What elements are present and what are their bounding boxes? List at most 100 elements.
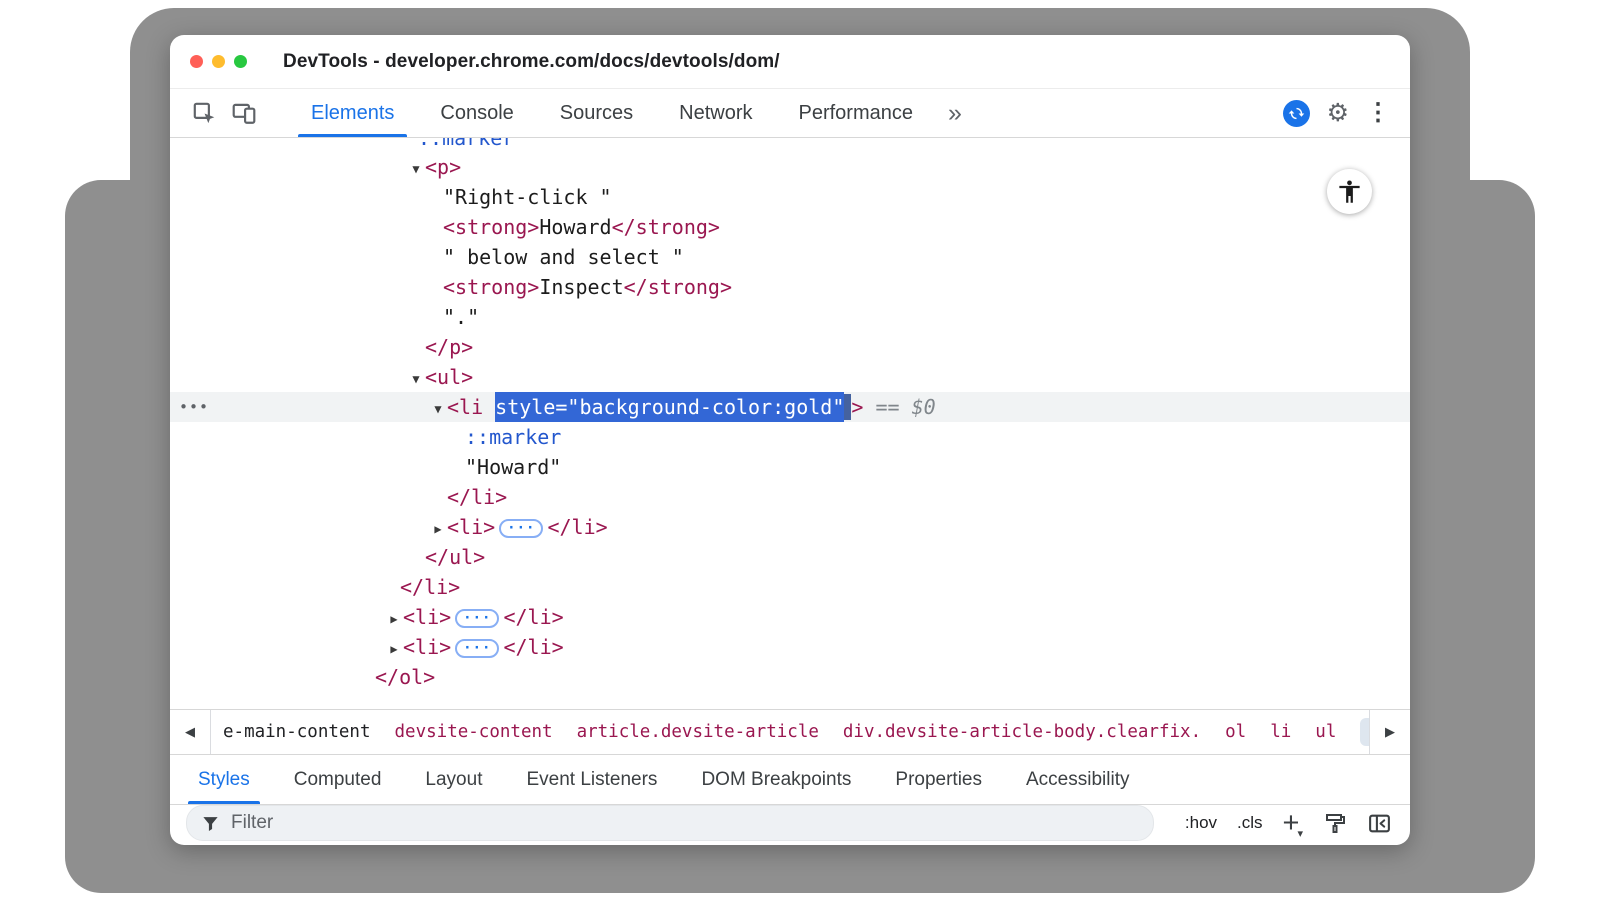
dom-tree-row[interactable]: " below and select "	[170, 242, 1410, 272]
filter-input[interactable]	[229, 811, 1143, 835]
console-reference: $0	[912, 395, 936, 419]
breadcrumb-bar: ◀ e-main-content devsite-content article.d…	[170, 709, 1410, 755]
dom-pseudo-element: ::marker	[465, 425, 561, 449]
dom-tag: <li>	[403, 635, 451, 659]
selected-attribute: style="background-color:gold"	[495, 392, 844, 422]
dom-tag: </p>	[425, 335, 473, 359]
tab-console[interactable]: Console	[417, 89, 536, 137]
inspect-element-button[interactable]	[184, 89, 224, 137]
dom-tag: <strong>	[443, 215, 539, 239]
window-title: DevTools - developer.chrome.com/docs/dev…	[283, 51, 780, 73]
minimize-button[interactable]	[212, 55, 225, 68]
dom-tag: <li	[447, 395, 495, 419]
dom-tree-row[interactable]: </ol>	[170, 662, 1410, 692]
dom-tag: </li>	[503, 635, 563, 659]
breadcrumb-scroll-left-button[interactable]: ◀	[170, 710, 211, 754]
tab-computed[interactable]: Computed	[272, 755, 404, 804]
dom-tree-row[interactable]: <strong>Howard</strong>	[170, 212, 1410, 242]
dom-text-node: "."	[443, 305, 479, 329]
breadcrumb-item[interactable]: div.devsite-article-body.clearfix.	[843, 722, 1201, 742]
dom-tree-row[interactable]: ▶<li>···</li>	[170, 632, 1410, 662]
tab-network[interactable]: Network	[656, 89, 775, 137]
devtools-toolbar: ElementsConsoleSourcesNetworkPerformance…	[170, 89, 1410, 138]
dom-tree: ::marker▼<p>"Right-click "<strong>Howard…	[170, 138, 1410, 709]
paint-roller-icon	[1323, 811, 1347, 835]
dom-tree-row[interactable]: ▶<li>···</li>	[170, 602, 1410, 632]
tab-accessibility[interactable]: Accessibility	[1004, 755, 1151, 804]
dom-tag: </ul>	[425, 545, 485, 569]
tab-layout[interactable]: Layout	[403, 755, 504, 804]
filter-box[interactable]	[186, 805, 1154, 841]
devtools-window: DevTools - developer.chrome.com/docs/dev…	[170, 35, 1410, 845]
breadcrumb-item[interactable]: devsite-content	[395, 722, 553, 742]
dom-tree-row[interactable]: </ul>	[170, 542, 1410, 572]
disclosure-closed-icon[interactable]: ▶	[385, 604, 403, 634]
settings-gear-icon[interactable]: ⚙	[1327, 101, 1349, 126]
disclosure-open-icon[interactable]: ▼	[429, 394, 447, 424]
more-tabs-button[interactable]: »	[936, 89, 974, 137]
breadcrumb-item[interactable]: li	[1270, 722, 1291, 742]
collapsed-content-button[interactable]: ···	[499, 519, 543, 538]
breadcrumb-scroll-right-button[interactable]: ▶	[1369, 710, 1410, 754]
dom-tag: <p>	[425, 155, 461, 179]
breadcrumb-item[interactable]: article.devsite-article	[577, 722, 819, 742]
dom-tree-row[interactable]: ▼<p>	[170, 152, 1410, 182]
dom-tree-row[interactable]: "."	[170, 302, 1410, 332]
dom-tree-row[interactable]: <strong>Inspect</strong>	[170, 272, 1410, 302]
breadcrumb-item[interactable]: ol	[1225, 722, 1246, 742]
breadcrumb-item[interactable]: li	[1360, 718, 1369, 746]
dom-tree-row[interactable]: ::marker	[170, 138, 1410, 152]
sync-button[interactable]	[1283, 100, 1310, 127]
device-toolbar-icon	[231, 100, 257, 126]
tab-elements[interactable]: Elements	[288, 89, 417, 137]
sidebar-toggle-button[interactable]	[1367, 811, 1392, 836]
disclosure-open-icon[interactable]: ▼	[407, 154, 425, 184]
element-classes-button[interactable]: .cls	[1237, 813, 1263, 833]
styles-tabs: StylesComputedLayoutEvent ListenersDOM B…	[170, 755, 1410, 805]
dom-text-node: " below and select "	[443, 245, 684, 269]
disclosure-closed-icon[interactable]: ▶	[429, 514, 447, 544]
dom-tree-row[interactable]: ▼<ul>	[170, 362, 1410, 392]
disclosure-closed-icon[interactable]: ▶	[385, 634, 403, 664]
tab-event-listeners[interactable]: Event Listeners	[504, 755, 679, 804]
toggle-element-state-button[interactable]: :hov	[1185, 813, 1217, 833]
breadcrumb-item[interactable]: ul	[1315, 722, 1336, 742]
dom-tree-row[interactable]: ::marker	[170, 422, 1410, 452]
close-button[interactable]	[190, 55, 203, 68]
dom-tag: </ol>	[375, 665, 435, 689]
tab-properties[interactable]: Properties	[873, 755, 1004, 804]
tab-styles[interactable]: Styles	[176, 755, 272, 804]
breadcrumb-item[interactable]: e-main-content	[223, 722, 371, 742]
collapsed-content-button[interactable]: ···	[455, 609, 499, 628]
dom-tree-row[interactable]: "Right-click "	[170, 182, 1410, 212]
collapsed-content-button[interactable]: ···	[455, 639, 499, 658]
styles-toolbar-buttons: :hov .cls +▾	[1185, 809, 1392, 838]
node-menu-dots[interactable]: •••	[179, 392, 209, 422]
paint-roller-button[interactable]	[1323, 811, 1347, 835]
dom-tree-row[interactable]: ▶<li>···</li>	[170, 512, 1410, 542]
disclosure-open-icon[interactable]: ▼	[407, 364, 425, 394]
dom-tag: >	[851, 395, 863, 419]
dom-pseudo-element: ::marker	[418, 138, 514, 150]
toolbar-right-icons: ⚙ ⋮	[1283, 89, 1396, 137]
zoom-button[interactable]	[234, 55, 247, 68]
dom-tree-row[interactable]: </p>	[170, 332, 1410, 362]
dom-tag: <li>	[447, 515, 495, 539]
dom-tree-row[interactable]: </li>	[170, 572, 1410, 602]
kebab-menu-icon[interactable]: ⋮	[1366, 101, 1390, 125]
dom-tree-row[interactable]: </li>	[170, 482, 1410, 512]
dom-tag: <li>	[403, 605, 451, 629]
device-toolbar-button[interactable]	[224, 89, 264, 137]
dom-tag: <ul>	[425, 365, 473, 389]
tab-dom-breakpoints[interactable]: DOM Breakpoints	[679, 755, 873, 804]
sync-arrows-icon	[1288, 105, 1305, 122]
tab-sources[interactable]: Sources	[537, 89, 656, 137]
new-style-rule-button[interactable]: +▾	[1283, 809, 1303, 838]
dom-text-node: Inspect	[539, 275, 623, 299]
tab-performance[interactable]: Performance	[776, 89, 937, 137]
sidebar-toggle-icon	[1367, 811, 1392, 836]
dom-tree-row[interactable]: "Howard"	[170, 452, 1410, 482]
dom-text-node: "Howard"	[465, 455, 561, 479]
breadcrumb-list: e-main-content devsite-content article.dev…	[211, 710, 1369, 754]
dom-tree-row[interactable]: •••▼<li style="background-color:gold"> =…	[170, 392, 1410, 422]
